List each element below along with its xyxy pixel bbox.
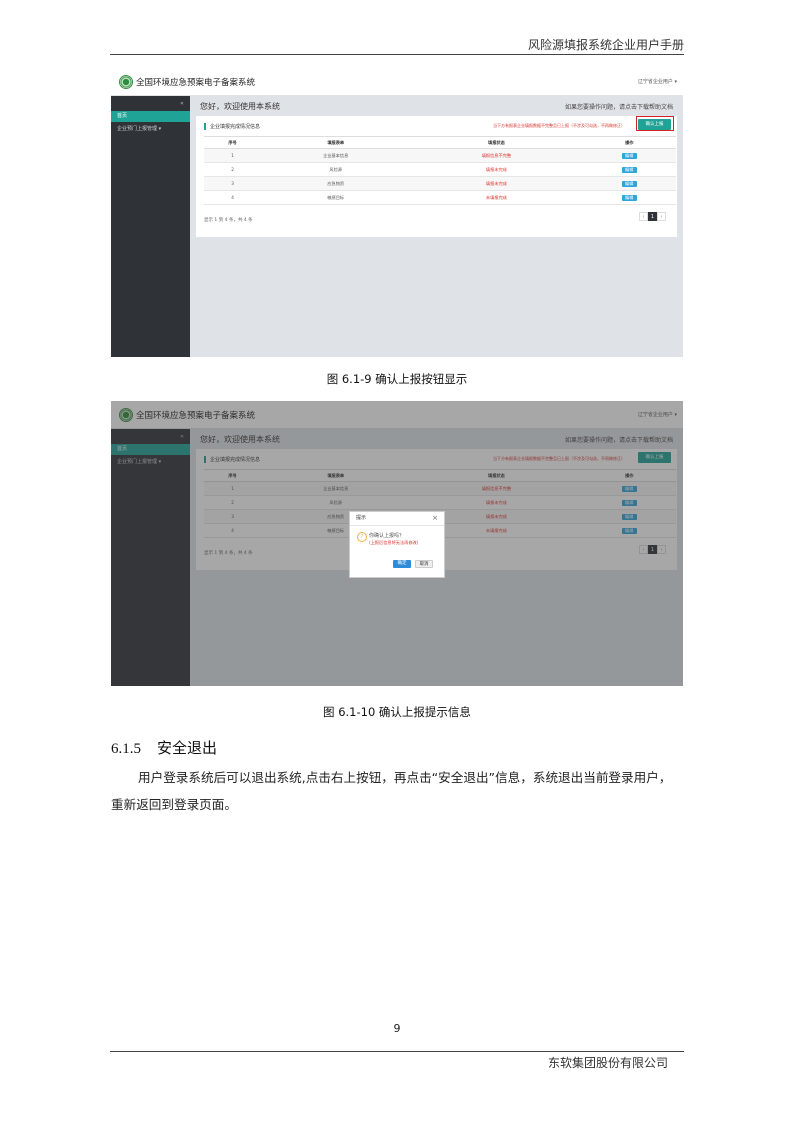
panel-title: 企业填报完成情况信息	[204, 123, 260, 130]
row-no: 2	[204, 162, 262, 177]
status-table: 序号 填报表单 填报状态 操作 1 企业基本信息 填报信息不完整 编辑 2 风险…	[204, 136, 676, 205]
main-area: 您好，欢迎使用本系统 如果您要操作问题，请点击下载帮助文档 企业填报完成情况信息…	[190, 96, 683, 357]
figure-caption: 图 6.1-10 确认上报提示信息	[323, 705, 471, 719]
app-topbar: 全国环境应急预案电子备案系统 辽宁省企业用户 ▾	[111, 68, 683, 96]
close-icon[interactable]: ×	[432, 512, 438, 525]
help-hint[interactable]: 如果您要操作问题，请点击下载帮助文档	[565, 102, 673, 111]
table-row: 2 风险源 填报未完成 编辑	[204, 162, 676, 177]
col-header: 序号	[204, 136, 262, 149]
status-panel: 企业填报完成情况信息 当下方有报表企业填报数据不完整且已上报（不涉及可勾选，不再…	[196, 116, 677, 237]
section-title: 安全退出	[157, 739, 218, 757]
edit-button[interactable]: 编辑	[621, 180, 637, 187]
logo-icon	[119, 75, 133, 89]
row-status: 填报未完成	[410, 162, 583, 177]
row-no: 1	[204, 148, 262, 163]
screenshot-confirm-dialog: 全国环境应急预案电子备案系统 辽宁省企业用户 ▾ « 首页 企业预门上报管理 ▾…	[111, 401, 683, 686]
row-status: 未填报完成	[410, 190, 583, 205]
highlight-box	[636, 116, 674, 131]
question-icon: ?	[357, 532, 367, 542]
dialog-title: 提示	[356, 515, 367, 521]
edit-button[interactable]: 编辑	[621, 194, 637, 201]
dialog-note: (上报后信息将无法再修改)	[369, 540, 419, 545]
confirm-dialog: 提示 × ? 你确认上报吗？ (上报后信息将无法再修改) 确定 取消	[349, 511, 445, 578]
pager: ‹ 1 ›	[639, 212, 669, 222]
page-1-button[interactable]: 1	[648, 212, 657, 221]
next-page-button[interactable]: ›	[657, 212, 666, 221]
welcome-text: 您好，欢迎使用本系统	[200, 102, 280, 111]
edit-button[interactable]: 编辑	[621, 166, 637, 173]
app-title: 全国环境应急预案电子备案系统	[136, 78, 256, 88]
row-form: 风险源	[261, 162, 411, 177]
section-number: 6.1.5	[111, 741, 141, 757]
dialog-question: 你确认上报吗？	[369, 533, 405, 539]
collapse-icon[interactable]: «	[178, 100, 186, 108]
row-form: 敏感目标	[261, 190, 411, 205]
page-info: 显示 1 到 4 条，共 4 条	[204, 218, 253, 223]
page-footer: 东软集团股份有限公司	[547, 1056, 668, 1070]
page-number: 9	[393, 1022, 401, 1035]
page-header: 风险源填报系统企业用户手册	[110, 36, 684, 55]
col-header: 填报表单	[261, 136, 411, 149]
row-no: 3	[204, 176, 262, 191]
warning-text: 当下方有报表企业填报数据不完整且已上报（不涉及可勾选，不再做修正）	[493, 123, 625, 128]
col-header: 填报状态	[410, 136, 583, 149]
section-heading: 6.1.5 安全退出	[111, 737, 217, 758]
table-row: 3 应急物资 填报未完成 编辑	[204, 176, 676, 191]
sidebar-item-home[interactable]: 首页	[111, 111, 190, 122]
row-status: 填报信息不完整	[410, 148, 583, 163]
user-menu[interactable]: 辽宁省企业用户 ▾	[638, 78, 677, 85]
figure-caption: 图 6.1-9 确认上报按钮显示	[326, 372, 468, 386]
prev-page-button[interactable]: ‹	[639, 212, 648, 221]
dialog-header: 提示 ×	[350, 512, 444, 526]
row-form: 企业基本信息	[261, 148, 411, 163]
col-header: 操作	[582, 136, 676, 149]
row-no: 4	[204, 190, 262, 205]
ok-button[interactable]: 确定	[393, 560, 411, 568]
row-status: 填报未完成	[410, 176, 583, 191]
footer-divider	[110, 1051, 684, 1052]
table-row: 4 敏感目标 未填报完成 编辑	[204, 190, 676, 205]
row-form: 应急物资	[261, 176, 411, 191]
edit-button[interactable]: 编辑	[621, 152, 637, 159]
sidebar-item-report[interactable]: 企业预门上报管理 ▾	[111, 124, 190, 135]
cancel-button[interactable]: 取消	[415, 560, 433, 568]
body-paragraph: 用户登录系统后可以退出系统,点击右上按钮，再点击“安全退出”信息，系统退出当前登…	[111, 770, 672, 812]
screenshot-confirm-button: 全国环境应急预案电子备案系统 辽宁省企业用户 ▾ « 首页 企业预门上报管理 ▾…	[111, 68, 683, 357]
sidebar: « 首页 企业预门上报管理 ▾	[111, 96, 190, 357]
table-row: 1 企业基本信息 填报信息不完整 编辑	[204, 148, 676, 163]
